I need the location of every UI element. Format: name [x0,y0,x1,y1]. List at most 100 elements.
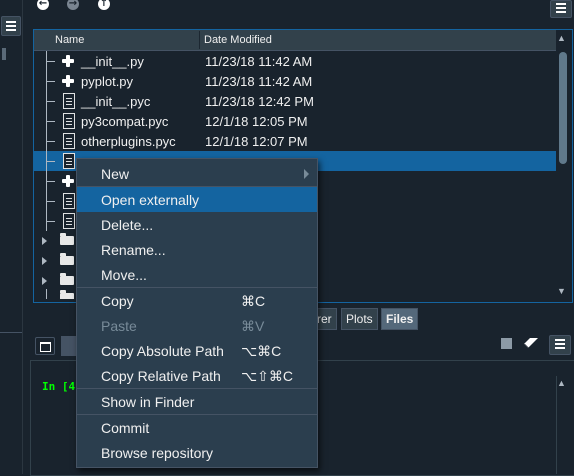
menu-item-label: Show in Finder [101,394,195,410]
hamburger-icon [555,339,565,341]
tree-branch-line [46,171,57,191]
python-file-icon [62,175,74,187]
tree-branch-line [46,191,57,211]
file-date-modified: 11/23/18 12:42 PM [205,94,314,109]
menu-item-paste: Paste ⌘V [77,313,317,338]
left-scrollbar[interactable] [2,48,6,60]
up-arrow-icon: ↑ [98,0,110,10]
file-row[interactable]: __init__.py 11/23/18 11:42 AM [34,51,556,71]
menu-item-move[interactable]: Move... [77,262,317,287]
menu-item-open-externally[interactable]: Open externally [77,187,317,212]
files-options-menu-button[interactable] [550,0,572,18]
folder-icon [60,233,74,245]
menu-item-label: Move... [101,267,147,283]
scroll-down-arrow-icon[interactable]: ▼ [557,286,566,296]
menu-item-shortcut: ⌥⌘C [241,343,282,359]
tree-branch-line [46,91,57,111]
file-list-scroll-thumb[interactable] [559,52,567,164]
menu-item-show-in-finder[interactable]: Show in Finder [77,389,317,414]
file-date-modified: 11/23/18 11:42 AM [205,74,313,89]
forward-button[interactable]: → [67,0,81,10]
menu-item-label: Copy [101,293,134,309]
menu-item-rename[interactable]: Rename... [77,237,317,262]
tree-branch-line [46,131,57,151]
console-scrollbar[interactable] [556,376,569,474]
tree-branch-line [46,111,57,131]
file-table-header: Name Date Modified [34,30,556,51]
tree-branch-line [46,151,57,171]
expand-caret-icon[interactable] [42,237,47,245]
folder-icon [60,273,74,285]
menu-item-copy-relative-path[interactable]: Copy Relative Path ⌥⇧⌘C [77,363,317,388]
file-row[interactable]: otherplugins.pyc 12/1/18 12:07 PM [34,131,556,151]
left-options-menu-button[interactable] [1,16,21,36]
left-divider [0,332,22,333]
menu-item-label: Open externally [101,192,200,208]
menu-item-shortcut: ⌘C [241,293,266,309]
context-menu: New Open externally Delete... Rename... … [76,158,318,468]
submenu-arrow-icon [304,169,309,179]
compiled-file-icon [63,153,75,169]
file-name: pyplot.py [81,74,134,89]
compiled-file-icon [63,133,75,149]
menu-item-label: Copy Absolute Path [101,343,224,359]
tab-files[interactable]: Files [381,308,419,330]
file-date-modified: 11/23/18 11:42 AM [205,54,313,69]
file-row[interactable]: __init__.pyc 11/23/18 12:42 PM [34,91,556,111]
file-row[interactable]: py3compat.pyc 12/1/18 12:05 PM [34,111,556,131]
menu-item-shortcut: ⌥⇧⌘C [241,368,293,384]
tab-plots[interactable]: Plots [341,308,378,330]
menu-item-label: New [101,166,130,182]
menu-item-label: Paste [101,318,137,334]
menu-item-label: Browse repository [101,445,214,461]
menu-item-shortcut: ⌘V [241,318,265,334]
hamburger-icon [6,21,16,23]
compiled-file-icon [63,213,75,229]
file-row[interactable]: pyplot.py 11/23/18 11:42 AM [34,71,556,91]
menu-item-label: Commit [101,420,150,436]
back-button[interactable]: ← [37,0,51,10]
left-panel-strip [0,0,23,474]
menu-item-copy[interactable]: Copy ⌘C [77,288,317,313]
menu-item-browse-repository[interactable]: Browse repository [77,440,317,465]
file-date-modified: 12/1/18 12:07 PM [205,134,308,149]
tree-branch-line [46,71,57,91]
folder-icon [60,253,74,265]
stop-icon[interactable] [501,338,512,349]
file-name: __init__.py [81,54,144,69]
hamburger-icon [556,3,566,5]
file-date-modified: 12/1/18 12:05 PM [205,114,308,129]
console-options-menu-button[interactable] [549,335,571,355]
file-name: py3compat.pyc [81,114,169,129]
column-header-date-modified[interactable]: Date Modified [204,34,272,46]
menu-item-label: Rename... [101,242,166,258]
compiled-file-icon [63,93,75,109]
column-separator[interactable] [199,31,200,49]
tree-branch-line [46,289,57,299]
python-file-icon [62,75,74,87]
compiled-file-icon [63,113,75,129]
console-browse-tabs-button[interactable] [35,337,55,355]
menu-item-delete[interactable]: Delete... [77,212,317,237]
expand-caret-icon[interactable] [42,257,47,265]
eraser-icon[interactable] [524,338,538,348]
python-file-icon [62,55,74,67]
column-header-name[interactable]: Name [55,34,84,46]
parent-directory-button[interactable]: ↑ [98,0,112,10]
scroll-up-arrow-icon[interactable]: ▲ [557,378,566,388]
menu-item-new[interactable]: New [77,161,317,186]
back-arrow-icon: ← [37,0,49,10]
menu-item-label: Delete... [101,217,154,233]
forward-arrow-icon: → [67,0,79,10]
expand-caret-icon[interactable] [42,277,47,285]
file-name: otherplugins.pyc [81,134,176,149]
menu-item-label: Copy Relative Path [101,368,221,384]
menu-item-copy-absolute-path[interactable]: Copy Absolute Path ⌥⌘C [77,338,317,363]
scroll-up-arrow-icon[interactable]: ▲ [557,33,566,43]
compiled-file-icon [63,193,75,209]
menu-item-commit[interactable]: Commit [77,415,317,440]
console-tab[interactable] [61,336,77,356]
console-prompt: In [4 [42,380,76,393]
file-name: __init__.pyc [81,94,151,109]
folder-icon [60,290,74,299]
